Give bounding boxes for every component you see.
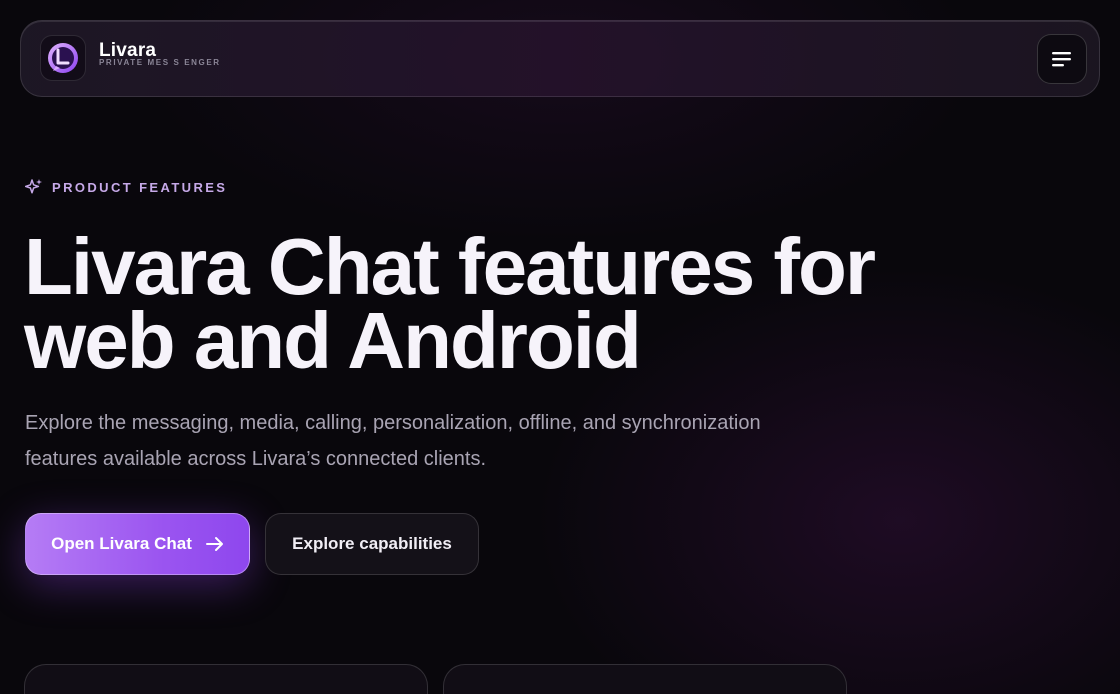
explore-capabilities-label: Explore capabilities bbox=[292, 534, 452, 553]
page-title: Livara Chat features for web and Android bbox=[24, 222, 876, 385]
brand-tagline: PRIVATE MES S ENGER bbox=[99, 58, 221, 67]
brand-logo[interactable] bbox=[40, 35, 86, 81]
sparkles-icon bbox=[25, 179, 42, 194]
top-navbar: Livara PRIVATE MES S ENGER bbox=[20, 20, 1100, 97]
explore-capabilities-button[interactable]: Explore capabilities bbox=[265, 513, 479, 575]
hero-subtitle: Explore the messaging, media, calling, p… bbox=[25, 412, 761, 470]
menu-button[interactable] bbox=[1037, 34, 1087, 84]
eyebrow: PRODUCT FEATURES bbox=[25, 178, 227, 196]
hamburger-menu-icon bbox=[1052, 52, 1071, 67]
chat-bubble-logo-icon bbox=[48, 43, 78, 73]
open-chat-label: Open Livara Chat bbox=[51, 534, 192, 553]
open-chat-button[interactable]: Open Livara Chat bbox=[25, 513, 250, 575]
feature-card bbox=[443, 664, 847, 694]
feature-card bbox=[24, 664, 428, 694]
eyebrow-label: PRODUCT FEATURES bbox=[52, 179, 228, 195]
arrow-right-icon bbox=[205, 537, 223, 551]
